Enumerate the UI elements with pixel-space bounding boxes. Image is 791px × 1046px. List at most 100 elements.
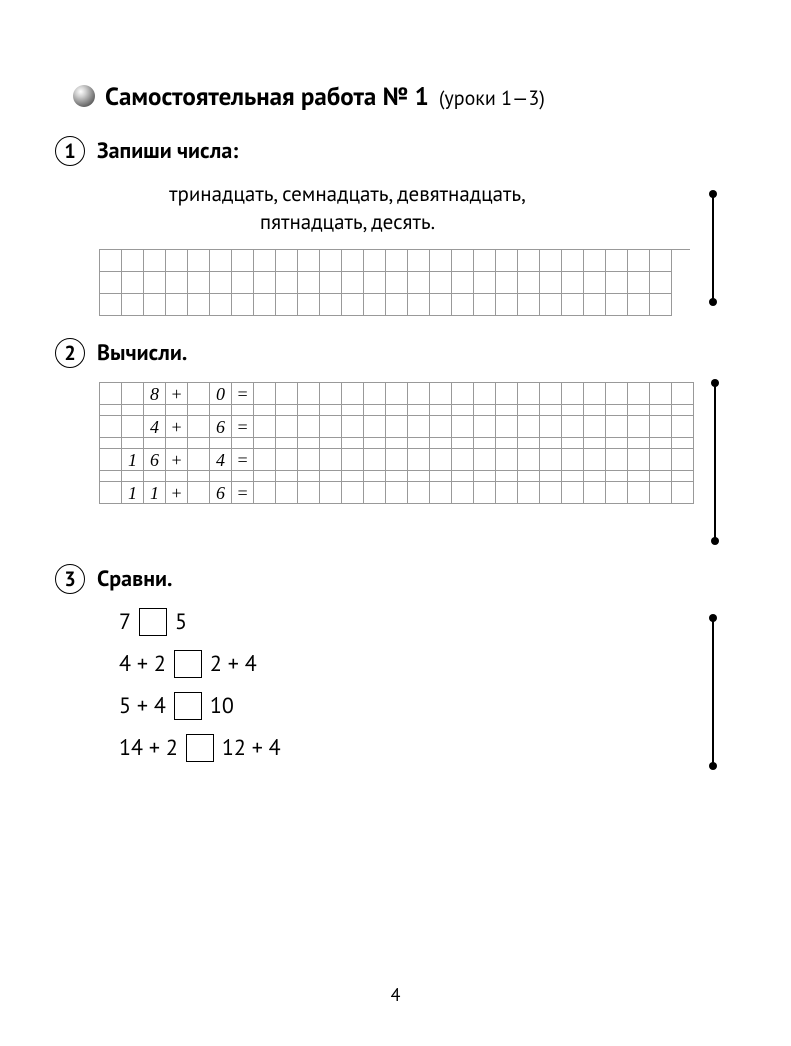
grid-cell[interactable] bbox=[474, 438, 496, 449]
grid-cell[interactable] bbox=[628, 383, 650, 405]
grid-cell[interactable] bbox=[562, 438, 584, 449]
grid-cell[interactable] bbox=[188, 438, 210, 449]
grid-cell[interactable] bbox=[452, 250, 474, 272]
grid-cell[interactable] bbox=[364, 405, 386, 416]
grid-cell[interactable] bbox=[254, 449, 276, 471]
grid-cell[interactable] bbox=[276, 471, 298, 482]
grid-cell[interactable] bbox=[166, 405, 188, 416]
grid-cell[interactable] bbox=[606, 438, 628, 449]
grid-cell[interactable] bbox=[342, 272, 364, 294]
grid-cell[interactable] bbox=[584, 416, 606, 438]
grid-cell[interactable] bbox=[364, 294, 386, 316]
grid-cell[interactable] bbox=[474, 272, 496, 294]
grid-cell[interactable] bbox=[122, 294, 144, 316]
grid-cell[interactable] bbox=[122, 383, 144, 405]
grid-cell[interactable] bbox=[254, 471, 276, 482]
grid-cell[interactable] bbox=[254, 438, 276, 449]
grid-cell[interactable] bbox=[100, 250, 122, 272]
grid-cell[interactable] bbox=[364, 438, 386, 449]
grid-cell[interactable] bbox=[584, 272, 606, 294]
grid-cell[interactable] bbox=[672, 438, 694, 449]
grid-cell[interactable] bbox=[518, 482, 540, 504]
grid-cell[interactable]: 0 bbox=[210, 383, 232, 405]
grid-cell[interactable] bbox=[320, 272, 342, 294]
grid-cell[interactable] bbox=[606, 482, 628, 504]
grid-cell[interactable]: 1 bbox=[122, 482, 144, 504]
grid-cell[interactable] bbox=[628, 405, 650, 416]
grid-cell[interactable]: 8 bbox=[144, 383, 166, 405]
grid-cell[interactable] bbox=[496, 294, 518, 316]
grid-cell[interactable] bbox=[386, 471, 408, 482]
grid-cell[interactable] bbox=[650, 294, 672, 316]
grid-cell[interactable] bbox=[628, 272, 650, 294]
grid-cell[interactable] bbox=[562, 405, 584, 416]
grid-cell[interactable] bbox=[474, 383, 496, 405]
grid-cell[interactable]: 6 bbox=[210, 416, 232, 438]
grid-cell[interactable] bbox=[298, 471, 320, 482]
grid-cell[interactable] bbox=[342, 416, 364, 438]
grid-cell[interactable]: = bbox=[232, 383, 254, 405]
grid-cell[interactable]: + bbox=[166, 449, 188, 471]
grid-cell[interactable] bbox=[122, 405, 144, 416]
grid-cell[interactable] bbox=[496, 471, 518, 482]
grid-cell[interactable] bbox=[562, 294, 584, 316]
grid-cell[interactable] bbox=[320, 250, 342, 272]
grid-cell[interactable] bbox=[606, 272, 628, 294]
grid-cell[interactable] bbox=[188, 482, 210, 504]
grid-cell[interactable] bbox=[298, 449, 320, 471]
task1-answer-grid[interactable] bbox=[99, 249, 690, 316]
grid-cell[interactable] bbox=[364, 250, 386, 272]
grid-cell[interactable] bbox=[672, 416, 694, 438]
grid-cell[interactable] bbox=[254, 405, 276, 416]
grid-cell[interactable] bbox=[474, 405, 496, 416]
grid-cell[interactable] bbox=[364, 416, 386, 438]
grid-cell[interactable] bbox=[298, 438, 320, 449]
grid-cell[interactable] bbox=[452, 438, 474, 449]
grid-cell[interactable] bbox=[452, 471, 474, 482]
grid-cell[interactable] bbox=[474, 294, 496, 316]
grid-cell[interactable] bbox=[122, 250, 144, 272]
grid-cell[interactable] bbox=[342, 449, 364, 471]
grid-cell[interactable] bbox=[628, 471, 650, 482]
grid-cell[interactable]: 1 bbox=[144, 482, 166, 504]
grid-cell[interactable]: = bbox=[232, 482, 254, 504]
grid-cell[interactable] bbox=[540, 471, 562, 482]
compare-answer-box[interactable] bbox=[174, 650, 202, 678]
grid-cell[interactable] bbox=[188, 294, 210, 316]
grid-cell[interactable] bbox=[276, 272, 298, 294]
grid-cell[interactable] bbox=[298, 482, 320, 504]
grid-cell[interactable] bbox=[254, 294, 276, 316]
grid-cell[interactable] bbox=[144, 405, 166, 416]
grid-cell[interactable] bbox=[584, 405, 606, 416]
grid-cell[interactable] bbox=[408, 482, 430, 504]
grid-cell[interactable] bbox=[628, 449, 650, 471]
grid-cell[interactable] bbox=[364, 471, 386, 482]
grid-cell[interactable] bbox=[430, 250, 452, 272]
grid-cell[interactable]: + bbox=[166, 383, 188, 405]
grid-cell[interactable] bbox=[496, 250, 518, 272]
grid-cell[interactable] bbox=[100, 405, 122, 416]
grid-cell[interactable] bbox=[144, 272, 166, 294]
grid-cell[interactable] bbox=[452, 482, 474, 504]
grid-cell[interactable] bbox=[650, 438, 672, 449]
grid-cell[interactable] bbox=[364, 449, 386, 471]
grid-cell[interactable] bbox=[650, 405, 672, 416]
grid-cell[interactable] bbox=[254, 482, 276, 504]
grid-cell[interactable] bbox=[276, 405, 298, 416]
grid-cell[interactable] bbox=[232, 272, 254, 294]
grid-cell[interactable] bbox=[606, 250, 628, 272]
grid-cell[interactable] bbox=[474, 471, 496, 482]
grid-cell[interactable] bbox=[210, 405, 232, 416]
grid-cell[interactable] bbox=[452, 294, 474, 316]
grid-cell[interactable] bbox=[100, 272, 122, 294]
grid-cell[interactable] bbox=[254, 272, 276, 294]
grid-cell[interactable]: 6 bbox=[210, 482, 232, 504]
grid-cell[interactable] bbox=[650, 471, 672, 482]
grid-cell[interactable] bbox=[672, 405, 694, 416]
compare-answer-box[interactable] bbox=[139, 608, 167, 636]
grid-cell[interactable] bbox=[540, 383, 562, 405]
grid-cell[interactable] bbox=[166, 438, 188, 449]
grid-cell[interactable] bbox=[386, 405, 408, 416]
grid-cell[interactable] bbox=[210, 294, 232, 316]
grid-cell[interactable] bbox=[276, 383, 298, 405]
